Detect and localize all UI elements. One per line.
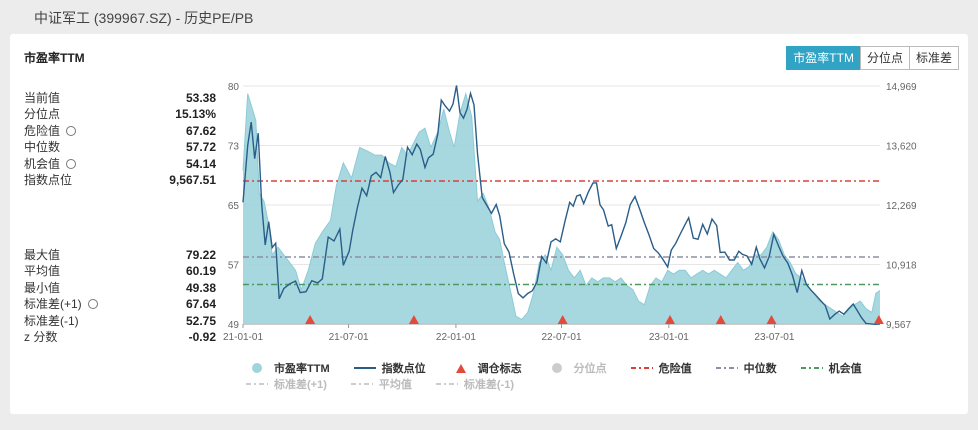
legend-item[interactable]: 标准差(-1) [435,376,514,392]
legend-label: 平均值 [378,379,412,391]
legend-row: 标准差(+1) 平均值 标准差(-1) [246,376,946,392]
tab-pe-ttm[interactable]: 市盈率TTM [786,46,861,70]
x-axis-tick-label: 21-07-01 [329,332,369,343]
legend-dash-icon [630,367,653,369]
legend-label: 机会值 [828,363,862,375]
y-axis-left-tick-label: 80 [228,82,240,93]
x-axis-tick-label: 21-01-01 [223,332,263,343]
legend-item[interactable]: 标准差(+1) [246,376,327,392]
pe-chart: 49 57 65 73 80 9,567 10,918 12,269 13,620 14,969 2… [223,82,917,343]
legend-item[interactable]: 机会值 [800,360,862,376]
y-axis-right-tick-label: 9,567 [886,320,911,331]
legend-label: 指数点位 [381,363,426,375]
y-axis-right-tick-label: 10,918 [886,261,917,272]
tab-std-dev[interactable]: 标准差 [908,46,959,70]
legend-item[interactable]: 调仓标志 [450,360,522,376]
legend-label: 调仓标志 [477,363,522,375]
legend-dot-icon [252,363,262,373]
legend-item[interactable]: 市盈率TTM [246,360,330,376]
y-axis-right-tick-label: 14,969 [886,82,917,93]
y-axis-left-tick-label: 49 [228,320,240,331]
pe-ttm-area [243,93,880,324]
y-axis-left-tick-label: 65 [228,201,240,212]
y-axis-right-tick-label: 12,269 [886,201,917,212]
legend-dash-icon [350,383,373,385]
legend-dash-icon [715,367,738,369]
y-axis-left-tick-label: 57 [228,261,240,272]
legend-label: 标准差(-1) [463,379,514,391]
x-axis-tick-label: 22-07-01 [541,332,581,343]
legend-item[interactable]: 分位点 [546,360,607,376]
legend-triangle-icon [455,364,466,373]
legend-item[interactable]: 中位数 [715,360,777,376]
legend-dash-icon [435,383,458,385]
legend-dash-icon [246,383,268,385]
legend-label: 标准差(+1) [274,379,327,391]
legend-label: 危险值 [658,363,692,375]
metric-tabs: 市盈率TTM 分位点 标准差 [786,46,959,70]
chart-legend: 市盈率TTM 指数点位 调仓标志 分位点 危险值 中位数 机会值 标准差(+1) 平均值 标准差(… [246,360,946,392]
legend-item[interactable]: 平均值 [350,376,412,392]
legend-dot-icon [551,363,562,373]
legend-row: 市盈率TTM 指数点位 调仓标志 分位点 危险值 中位数 机会值 [246,360,946,376]
y-axis-right-tick-label: 13,620 [886,142,917,153]
legend-item[interactable]: 危险值 [630,360,692,376]
legend-item[interactable]: 指数点位 [353,360,426,376]
x-axis-tick-label: 23-07-01 [754,332,794,343]
legend-label: 中位数 [743,363,777,375]
y-axis-left-tick-label: 73 [228,142,240,153]
x-axis-tick-label: 23-01-01 [649,332,689,343]
pe-chart-card: 市盈率TTM 市盈率TTM 分位点 标准差 当前值 53.38 分位点 15.13% 危… [10,34,968,414]
legend-label: 市盈率TTM [274,363,330,375]
card-title: 市盈率TTM [24,51,85,65]
legend-dash-icon [800,367,823,369]
tab-percentile[interactable]: 分位点 [859,46,910,70]
x-axis-tick-label: 22-01-01 [436,332,476,343]
legend-line-icon [353,367,376,369]
page-title: 中证军工 (399967.SZ) - 历史PE/PB [34,10,254,26]
legend-label: 分位点 [573,363,607,375]
